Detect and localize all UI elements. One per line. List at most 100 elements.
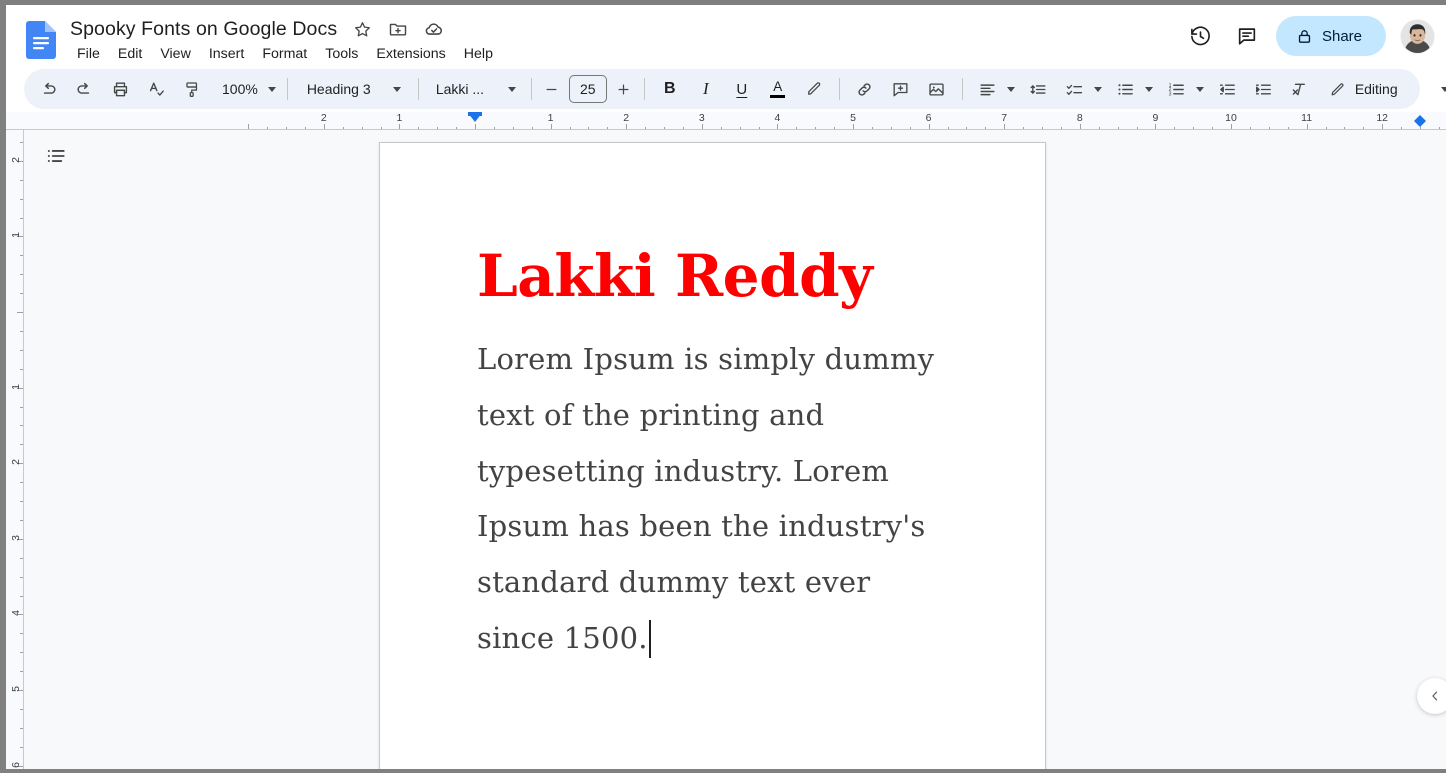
ruler-label: 1 bbox=[10, 232, 22, 238]
decrease-indent-icon[interactable] bbox=[1213, 74, 1243, 104]
side-panel-toggle-wrap bbox=[1416, 666, 1446, 726]
highlight-color-icon[interactable] bbox=[799, 74, 829, 104]
align-icon[interactable] bbox=[973, 74, 1003, 104]
document-body-paragraph[interactable]: Lorem Ipsum is simply dummy text of the … bbox=[477, 332, 947, 666]
lock-icon bbox=[1296, 28, 1313, 45]
redo-icon[interactable] bbox=[69, 74, 99, 104]
font-family-selector[interactable]: Lakki ... bbox=[426, 74, 524, 104]
ruler-label: 6 bbox=[926, 112, 932, 124]
move-to-folder-icon[interactable] bbox=[383, 14, 413, 44]
bulleted-list-icon[interactable] bbox=[1111, 74, 1141, 104]
font-family-value: Lakki ... bbox=[436, 81, 484, 97]
numbered-list-dropdown-icon[interactable] bbox=[1192, 74, 1208, 104]
ruler-label: 11 bbox=[1301, 112, 1312, 124]
increase-font-size-button[interactable] bbox=[611, 75, 637, 103]
bold-button[interactable]: B bbox=[655, 74, 685, 104]
menu-format[interactable]: Format bbox=[253, 44, 316, 64]
main-toolbar: 100% Heading 3 Lakki ... B bbox=[24, 69, 1420, 109]
zoom-selector[interactable]: 100% bbox=[212, 74, 280, 104]
star-icon[interactable] bbox=[347, 14, 377, 44]
app-header: Spooky Fonts on Google Docs File Edit Vi… bbox=[6, 5, 1446, 68]
increase-indent-icon[interactable] bbox=[1249, 74, 1279, 104]
chevron-down-icon bbox=[1441, 87, 1446, 92]
svg-text:3: 3 bbox=[1169, 91, 1172, 97]
clear-formatting-icon[interactable] bbox=[1285, 74, 1315, 104]
menu-insert[interactable]: Insert bbox=[200, 44, 253, 64]
bold-label: B bbox=[664, 80, 676, 98]
window-frame-top bbox=[0, 0, 1446, 5]
menu-file[interactable]: File bbox=[68, 44, 109, 64]
checklist-icon[interactable] bbox=[1060, 74, 1090, 104]
italic-label: I bbox=[703, 79, 709, 99]
toolbar-divider bbox=[418, 78, 419, 100]
font-size-stepper bbox=[539, 75, 637, 103]
decrease-font-size-button[interactable] bbox=[539, 75, 565, 103]
paragraph-style-value: Heading 3 bbox=[307, 81, 371, 97]
share-button[interactable]: Share bbox=[1276, 16, 1386, 56]
vertical-ruler[interactable]: 21123456 bbox=[6, 130, 24, 769]
header-actions: Share bbox=[1180, 15, 1434, 57]
checklist-dropdown-icon[interactable] bbox=[1090, 74, 1106, 104]
horizontal-ruler[interactable]: 21123456789101112 bbox=[6, 112, 1446, 130]
ruler-label: 8 bbox=[1077, 112, 1083, 124]
insert-image-icon[interactable] bbox=[922, 74, 952, 104]
right-indent-marker-lower[interactable] bbox=[1414, 121, 1426, 127]
show-side-panel-button[interactable] bbox=[1417, 678, 1446, 714]
italic-button[interactable]: I bbox=[691, 74, 721, 104]
editing-mode-selector[interactable]: Editing bbox=[1318, 74, 1446, 104]
text-color-button[interactable]: A bbox=[763, 74, 793, 104]
document-outline-button[interactable] bbox=[36, 136, 76, 176]
chevron-down-icon bbox=[268, 87, 276, 92]
ruler-label: 2 bbox=[10, 157, 22, 163]
comment-history-icon[interactable] bbox=[1226, 15, 1268, 57]
ruler-label: 5 bbox=[10, 686, 22, 692]
google-docs-icon[interactable] bbox=[26, 21, 56, 59]
line-spacing-icon[interactable] bbox=[1024, 74, 1054, 104]
ruler-label: 9 bbox=[1152, 112, 1158, 124]
pencil-icon bbox=[1329, 81, 1346, 98]
document-title[interactable]: Spooky Fonts on Google Docs bbox=[66, 16, 341, 43]
menu-help[interactable]: Help bbox=[455, 44, 502, 64]
font-size-input[interactable] bbox=[569, 75, 607, 103]
menu-edit[interactable]: Edit bbox=[109, 44, 151, 64]
toolbar-divider bbox=[531, 78, 532, 100]
document-page[interactable]: Lakki Reddy Lorem Ipsum is simply dummy … bbox=[379, 142, 1046, 773]
ruler-label: 6 bbox=[10, 762, 22, 768]
paragraph-style-selector[interactable]: Heading 3 bbox=[295, 74, 411, 104]
underline-button[interactable]: U bbox=[727, 74, 757, 104]
paint-format-icon[interactable] bbox=[177, 74, 207, 104]
menu-bar: File Edit View Insert Format Tools Exten… bbox=[68, 44, 502, 64]
cloud-saved-icon[interactable] bbox=[419, 14, 449, 44]
bulleted-list-dropdown-icon[interactable] bbox=[1141, 74, 1157, 104]
ruler-label: 10 bbox=[1225, 112, 1237, 124]
ruler-label: 12 bbox=[1376, 112, 1388, 124]
spellcheck-icon[interactable] bbox=[141, 74, 171, 104]
menu-tools[interactable]: Tools bbox=[316, 44, 367, 64]
first-line-indent-marker[interactable] bbox=[468, 113, 482, 122]
toolbar-divider bbox=[287, 78, 288, 100]
ruler-label: 1 bbox=[396, 112, 402, 124]
menu-view[interactable]: View bbox=[151, 44, 200, 64]
chevron-left-icon bbox=[1428, 689, 1442, 703]
add-comment-icon[interactable] bbox=[886, 74, 916, 104]
menu-extensions[interactable]: Extensions bbox=[367, 44, 454, 64]
page-content-area: Lakki Reddy Lorem Ipsum is simply dummy … bbox=[477, 247, 960, 666]
undo-icon[interactable] bbox=[33, 74, 63, 104]
print-icon[interactable] bbox=[105, 74, 135, 104]
account-avatar[interactable] bbox=[1401, 20, 1434, 53]
document-workspace: 21123456 Lakki Reddy Lorem Ipsum is simp… bbox=[6, 130, 1446, 769]
toolbar-container: 100% Heading 3 Lakki ... B bbox=[6, 68, 1446, 112]
document-heading[interactable]: Lakki Reddy bbox=[477, 247, 960, 306]
toolbar-divider bbox=[839, 78, 840, 100]
ruler-label: 2 bbox=[623, 112, 629, 124]
align-dropdown-icon[interactable] bbox=[1003, 74, 1019, 104]
version-history-icon[interactable] bbox=[1180, 15, 1222, 57]
share-button-label: Share bbox=[1322, 28, 1362, 45]
zoom-value: 100% bbox=[222, 81, 258, 97]
toolbar-divider bbox=[644, 78, 645, 100]
numbered-list-icon[interactable]: 1 2 3 bbox=[1162, 74, 1192, 104]
document-outline-icon bbox=[45, 145, 67, 167]
insert-link-icon[interactable] bbox=[850, 74, 880, 104]
vertical-ruler-line bbox=[23, 130, 24, 769]
ruler-label: 4 bbox=[10, 610, 22, 616]
